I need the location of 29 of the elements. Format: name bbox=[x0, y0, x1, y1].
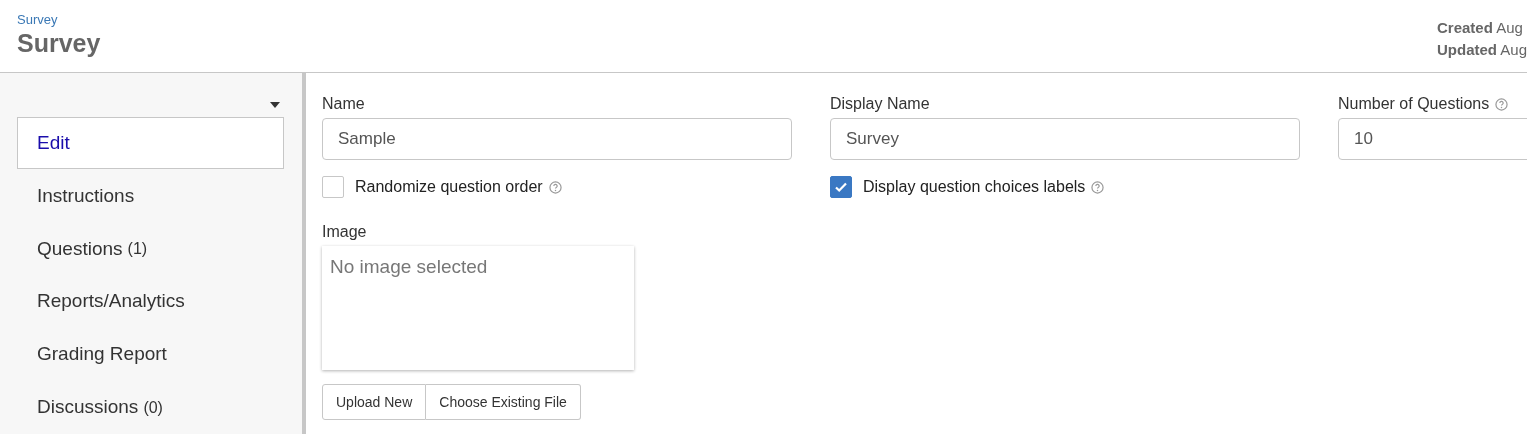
breadcrumb-link[interactable]: Survey bbox=[17, 12, 101, 28]
checkbox-label: Display question choices labels bbox=[863, 177, 1086, 197]
sidebar-item[interactable]: Grading Report bbox=[17, 328, 284, 382]
sidebar-item[interactable]: Edit bbox=[17, 116, 284, 170]
checkbox[interactable] bbox=[830, 176, 852, 198]
help-icon[interactable] bbox=[548, 180, 562, 194]
created-date: Created Aug bbox=[1436, 18, 1524, 38]
help-icon[interactable] bbox=[1495, 97, 1509, 111]
sidebar-item[interactable]: Instructions bbox=[17, 169, 284, 223]
check-icon bbox=[834, 180, 848, 194]
input-field[interactable]: 10 bbox=[1338, 118, 1527, 160]
placeholder-text: No image selected bbox=[330, 256, 488, 277]
caret-icon[interactable] bbox=[270, 102, 280, 108]
help-icon[interactable] bbox=[1091, 180, 1105, 194]
page-title: Survey bbox=[17, 28, 101, 58]
sidebar-item[interactable]: Reports/Analytics bbox=[17, 275, 284, 329]
updated-date: Updated Aug bbox=[1436, 40, 1527, 60]
choose-file-button[interactable]: Choose Existing File bbox=[426, 384, 581, 420]
sidebar-item[interactable]: Discussions (0) bbox=[17, 381, 284, 434]
checkbox-label: Randomize question order bbox=[355, 177, 543, 197]
field-label: Display Name bbox=[830, 94, 930, 114]
input-field[interactable]: Survey bbox=[830, 118, 1300, 160]
input-field[interactable]: Sample bbox=[322, 118, 792, 160]
checkbox[interactable] bbox=[322, 176, 344, 198]
field-label: Name bbox=[322, 94, 365, 114]
sidebar-item[interactable]: Questions (1) bbox=[17, 222, 284, 276]
upload-button[interactable]: Upload New bbox=[322, 384, 427, 420]
field-label: Image bbox=[322, 222, 367, 242]
field-label: Number of Questions bbox=[1338, 94, 1490, 114]
